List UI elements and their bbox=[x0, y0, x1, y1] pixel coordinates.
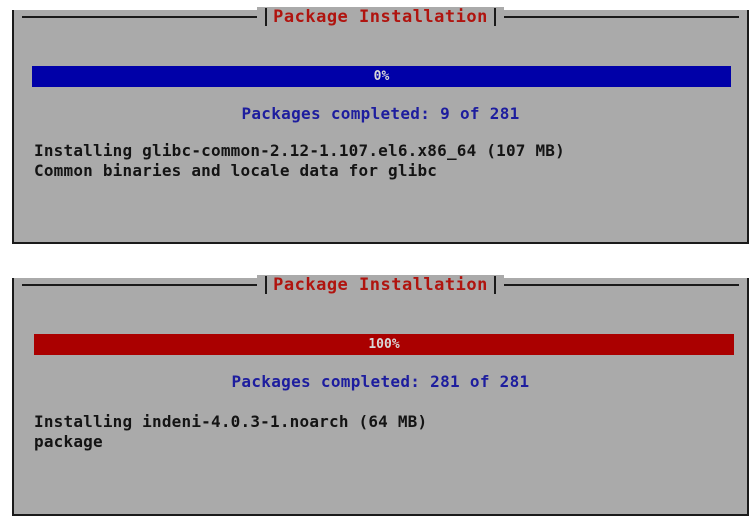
progress-label: 100% bbox=[368, 337, 400, 352]
package-installation-dialog-2: Package Installation 100% Packages compl… bbox=[12, 275, 749, 516]
progress-label: 0% bbox=[373, 69, 390, 84]
dialog-title: Package Installation bbox=[273, 7, 488, 27]
dialog-title: Package Installation bbox=[273, 275, 488, 295]
dialog-title-bar: Package Installation bbox=[14, 275, 747, 295]
title-right-tick bbox=[493, 8, 496, 26]
title-right-tick bbox=[493, 276, 496, 294]
title-left-tick bbox=[265, 8, 268, 26]
package-installation-dialog-1: Package Installation 0% Packages complet… bbox=[12, 7, 749, 244]
packages-completed-text: Packages completed: 9 of 281 bbox=[241, 104, 520, 123]
progress-bar: 0% bbox=[32, 66, 731, 87]
package-description-line: package bbox=[34, 432, 103, 451]
packages-completed-text: Packages completed: 281 of 281 bbox=[231, 372, 530, 391]
installing-package-line: Installing indeni-4.0.3-1.noarch (64 MB) bbox=[34, 412, 428, 431]
title-left-tick bbox=[265, 276, 268, 294]
progress-bar: 100% bbox=[34, 334, 734, 355]
package-description-line: Common binaries and locale data for glib… bbox=[34, 161, 438, 180]
installing-package-line: Installing glibc-common-2.12-1.107.el6.x… bbox=[34, 141, 565, 160]
dialog-title-bar: Package Installation bbox=[14, 7, 747, 27]
